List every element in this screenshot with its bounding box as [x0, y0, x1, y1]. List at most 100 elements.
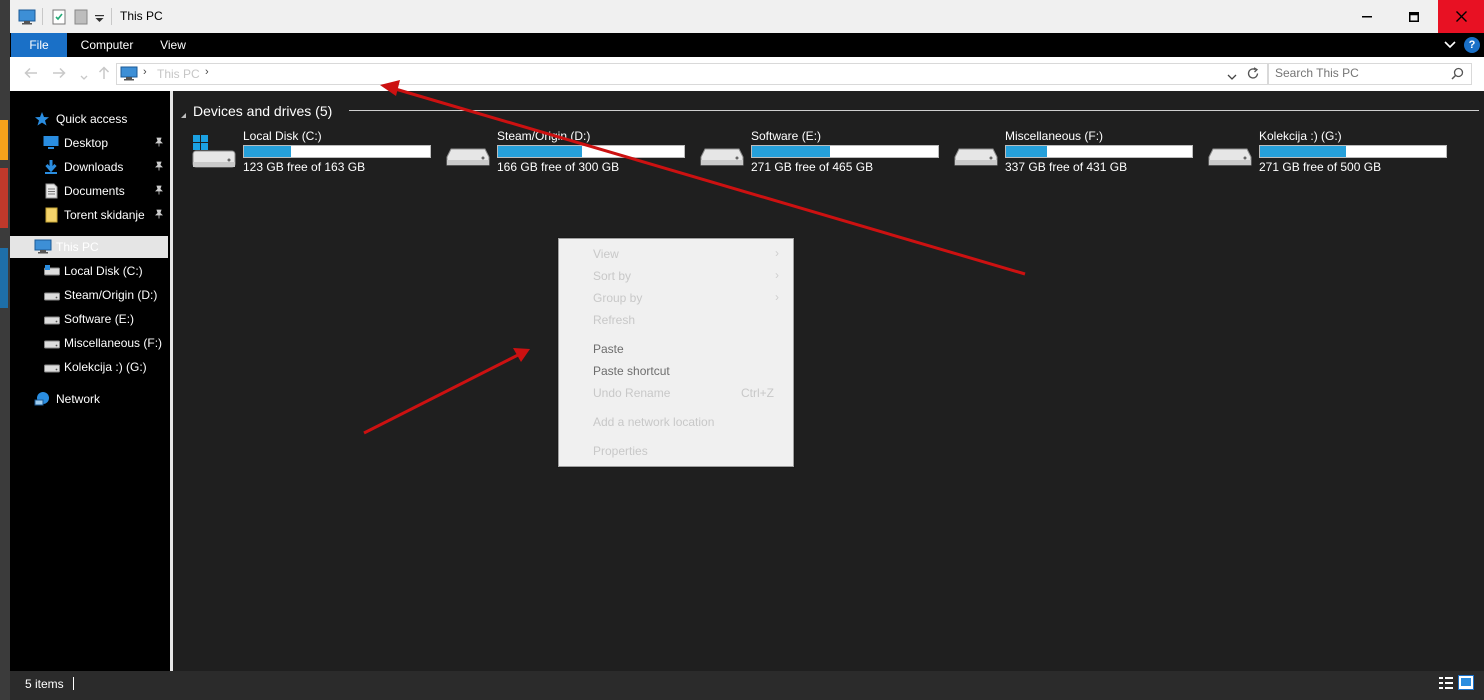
nav-desktop[interactable]: Desktop [10, 132, 168, 154]
drive-name: Miscellaneous (F:) [1005, 129, 1104, 143]
search-box[interactable] [1268, 63, 1472, 85]
hard-drive-icon [44, 338, 60, 352]
pin-icon[interactable] [154, 136, 164, 150]
menu-item-sort-by[interactable]: Sort by › [559, 265, 793, 287]
breadcrumb-separator-icon[interactable]: › [143, 66, 147, 78]
close-button[interactable] [1438, 0, 1484, 33]
menu-item-group-by[interactable]: Group by › [559, 287, 793, 309]
nav-network[interactable]: Network [10, 388, 168, 410]
properties-quick-access-icon[interactable] [52, 9, 66, 28]
forward-arrow-icon[interactable] [52, 66, 66, 82]
nav-label: Downloads [64, 160, 124, 174]
nav-drive-f[interactable]: Miscellaneous (F:) [10, 332, 168, 354]
nav-drive-c[interactable]: Local Disk (C:) [10, 260, 168, 282]
window-title: This PC [120, 9, 163, 23]
recent-locations-chevron-icon[interactable] [80, 68, 88, 84]
collapse-group-chevron-icon[interactable] [180, 108, 187, 122]
drive-free-space: 123 GB free of 163 GB [243, 160, 366, 174]
menu-item-shortcut: Ctrl+Z [741, 386, 774, 400]
nav-documents[interactable]: Documents [10, 180, 168, 202]
menu-item-view[interactable]: View › [559, 243, 793, 265]
menu-item-properties[interactable]: Properties [559, 440, 793, 462]
nav-label: Desktop [64, 136, 109, 150]
nav-label: This PC [56, 240, 99, 254]
menu-item-undo-rename[interactable]: Undo Rename Ctrl+Z [559, 382, 793, 404]
desktop-folder-icon [43, 135, 59, 153]
this-pc-icon [18, 9, 36, 28]
nav-label: Quick access [56, 112, 128, 126]
nav-drive-g[interactable]: Kolekcija :) (G:) [10, 356, 168, 378]
documents-folder-icon [45, 183, 58, 202]
customize-quick-access-icon[interactable] [95, 12, 104, 26]
large-icons-view-icon[interactable] [1458, 675, 1474, 693]
address-dropdown-icon[interactable] [1227, 70, 1237, 84]
menu-item-refresh[interactable]: Refresh [559, 309, 793, 331]
breadcrumb-this-pc[interactable]: This PC [157, 67, 200, 81]
pin-icon[interactable] [154, 208, 164, 222]
tab-view[interactable]: View [156, 33, 190, 57]
new-folder-quick-access-icon[interactable] [74, 9, 88, 28]
tab-computer[interactable]: Computer [76, 33, 138, 57]
drive-tile-e[interactable]: Software (E:) 271 GB free of 465 GB [699, 129, 953, 177]
nav-drive-e[interactable]: Software (E:) [10, 308, 168, 330]
menu-item-label: Undo Rename [593, 386, 671, 400]
group-divider [349, 110, 1479, 111]
nav-label: Local Disk (C:) [64, 264, 143, 278]
menu-item-add-network-location[interactable]: Add a network location [559, 411, 793, 433]
ribbon-tab-bar: File Computer View ? [10, 33, 1484, 57]
menu-item-paste[interactable]: Paste [559, 338, 793, 360]
pin-icon[interactable] [154, 160, 164, 174]
minimize-button[interactable] [1344, 0, 1390, 33]
menu-item-label: Sort by [593, 269, 632, 283]
hard-drive-icon [699, 135, 745, 174]
maximize-button[interactable] [1391, 0, 1437, 33]
maximize-icon [1409, 11, 1419, 22]
refresh-icon[interactable] [1247, 67, 1260, 83]
menu-item-label: Paste [593, 342, 624, 356]
group-header[interactable]: Devices and drives (5) [193, 103, 332, 119]
menu-item-label: Refresh [593, 313, 636, 327]
drive-tile-f[interactable]: Miscellaneous (F:) 337 GB free of 431 GB [953, 129, 1207, 177]
downloads-folder-icon [44, 159, 58, 178]
this-pc-address-icon [120, 66, 138, 84]
submenu-arrow-icon: › [775, 268, 779, 282]
details-view-icon[interactable] [1438, 676, 1454, 693]
folder-icon [45, 207, 58, 226]
navigation-pane: Quick access Desktop Downloads Documents… [10, 91, 170, 671]
back-arrow-icon[interactable] [24, 66, 38, 82]
network-icon [34, 391, 51, 410]
help-icon[interactable]: ? [1464, 37, 1480, 53]
menu-item-label: View [593, 247, 619, 261]
drive-usage-fill [244, 146, 291, 157]
nav-label: Network [56, 392, 101, 406]
address-box[interactable]: › This PC › [116, 63, 1268, 85]
drive-name: Steam/Origin (D:) [497, 129, 591, 143]
menu-item-paste-shortcut[interactable]: Paste shortcut [559, 360, 793, 382]
search-input[interactable] [1275, 66, 1445, 80]
drive-usage-bar [497, 145, 685, 158]
hard-drive-icon [44, 362, 60, 376]
tab-file[interactable]: File [11, 33, 67, 57]
drive-tile-g[interactable]: Kolekcija :) (G:) 271 GB free of 500 GB [1207, 129, 1461, 177]
up-arrow-icon[interactable] [98, 66, 110, 83]
hard-drive-icon [445, 135, 491, 174]
item-count: 5 items [25, 677, 64, 691]
nav-label: Miscellaneous (F:) [64, 336, 163, 350]
content-pane[interactable]: Devices and drives (5) Local Disk (C:) 1… [173, 91, 1484, 671]
pin-icon[interactable] [154, 184, 164, 198]
drive-free-space: 166 GB free of 300 GB [497, 160, 620, 174]
search-icon[interactable] [1451, 67, 1464, 83]
drive-name: Software (E:) [751, 129, 822, 143]
nav-drive-d[interactable]: Steam/Origin (D:) [10, 284, 168, 306]
status-divider [73, 677, 74, 690]
breadcrumb-chevron-icon[interactable]: › [205, 66, 209, 78]
nav-quick-access[interactable]: Quick access [10, 108, 168, 130]
menu-item-label: Paste shortcut [593, 364, 670, 378]
nav-downloads[interactable]: Downloads [10, 156, 168, 178]
expand-ribbon-chevron-icon[interactable] [1444, 39, 1456, 53]
nav-torent-skidanje[interactable]: Torent skidanje [10, 204, 168, 226]
nav-this-pc[interactable]: This PC [10, 236, 168, 258]
this-pc-icon [34, 239, 52, 257]
drive-tile-d[interactable]: Steam/Origin (D:) 166 GB free of 300 GB [445, 129, 699, 177]
drive-tile-c[interactable]: Local Disk (C:) 123 GB free of 163 GB [191, 129, 445, 177]
